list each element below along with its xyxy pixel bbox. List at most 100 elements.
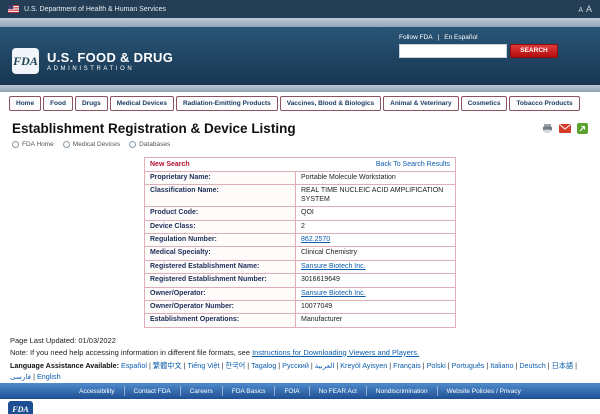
footer-link[interactable]: Careers <box>181 388 222 395</box>
language-link[interactable]: Kreyòl Ayisyen <box>340 361 387 370</box>
language-link[interactable]: 日本語 <box>552 361 574 370</box>
language-assistance: Language Assistance Available: Español 繁體… <box>0 357 600 382</box>
detail-fields: Proprietary Name: Portable Molecule Work… <box>144 172 456 328</box>
follow-fda-link[interactable]: Follow FDA <box>399 34 433 41</box>
printer-icon[interactable] <box>542 123 553 134</box>
field-label: Classification Name: <box>145 185 296 206</box>
site-title: U.S. FOOD & DRUG <box>47 50 173 65</box>
language-link[interactable]: فارسی <box>10 372 31 381</box>
footer-link[interactable]: No FEAR Act <box>310 388 366 395</box>
back-to-results-link[interactable]: Back To Search Results <box>376 161 450 168</box>
field-label: Regulation Number: <box>145 234 296 246</box>
language-link[interactable]: English <box>37 372 61 381</box>
language-link[interactable]: Español <box>121 361 147 370</box>
breadcrumb-dot-icon <box>129 141 136 148</box>
language-link[interactable]: Italiano <box>490 361 513 370</box>
field-value: 2 <box>301 223 305 230</box>
text-larger-button[interactable]: A <box>586 4 592 14</box>
main-content: Establishment Registration & Device List… <box>0 114 600 382</box>
nav-tab[interactable]: Radiation-Emitting Products <box>176 96 278 111</box>
footer-link[interactable]: Contact FDA <box>125 388 180 395</box>
share-icon[interactable] <box>577 123 588 134</box>
language-link[interactable]: 繁體中文 <box>153 361 182 370</box>
en-espanol-link[interactable]: En Español <box>444 34 477 41</box>
viewers-players-link[interactable]: Instructions for Downloading Viewers and… <box>252 348 419 357</box>
field-value[interactable]: 862.2570 <box>301 236 330 243</box>
fda-device-listing-page: U.S. Department of Health & Human Servic… <box>0 0 600 414</box>
field-row: Classification Name: REAL TIME NUCLEIC A… <box>144 185 456 207</box>
field-row: Product Code: QOI <box>144 207 456 220</box>
site-title-block: U.S. FOOD & DRUG ADMINISTRATION <box>47 50 173 72</box>
field-row: Regulation Number: 862.2570 <box>144 234 456 247</box>
field-label: Product Code: <box>145 207 296 219</box>
hhs-department-link[interactable]: U.S. Department of Health & Human Servic… <box>24 6 166 13</box>
footer-links-bar: Accessibility Contact FDA Careers FDA Ba… <box>0 383 600 399</box>
search-button[interactable]: SEARCH <box>510 44 558 58</box>
device-detail-table: New Search Back To Search Results Propri… <box>144 157 456 328</box>
field-label: Registered Establishment Name: <box>145 261 296 273</box>
fda-logo[interactable]: FDA <box>12 48 39 74</box>
fda-masthead: FDA U.S. FOOD & DRUG ADMINISTRATION Foll… <box>0 27 600 85</box>
file-formats-note: Note: If you need help accessing informa… <box>0 345 600 357</box>
field-label: Proprietary Name: <box>145 172 296 184</box>
hhs-bar: U.S. Department of Health & Human Servic… <box>0 0 600 18</box>
language-link[interactable]: Français <box>393 361 421 370</box>
breadcrumb-dot-icon <box>12 141 19 148</box>
breadcrumb-link[interactable]: FDA Home <box>22 141 54 148</box>
nav-tab[interactable]: Food <box>43 96 73 111</box>
text-resize-control[interactable]: A A <box>578 4 592 14</box>
field-row: Owner/Operator: Sansure Biotech Inc. <box>144 288 456 301</box>
language-link[interactable]: Tiếng Việt <box>188 361 220 370</box>
language-link[interactable]: 한국어 <box>225 361 245 370</box>
footer-link[interactable]: FOIA <box>275 388 308 395</box>
breadcrumb-link[interactable]: Databases <box>139 141 170 148</box>
detail-table-header: New Search Back To Search Results <box>144 157 456 172</box>
footer-link[interactable]: Accessibility <box>70 388 123 395</box>
field-value: REAL TIME NUCLEIC ACID AMPLIFICATION SYS… <box>301 187 443 202</box>
us-flag-icon <box>8 0 19 18</box>
nav-tab[interactable]: Tobacco Products <box>509 96 579 111</box>
site-search: SEARCH <box>399 44 558 58</box>
footer-link[interactable]: FDA Basics <box>223 388 275 395</box>
field-label: Medical Specialty: <box>145 247 296 259</box>
nav-tab[interactable]: Medical Devices <box>110 96 174 111</box>
follow-row: Follow FDA | En Español <box>399 34 558 41</box>
field-value: Manufacturer <box>301 316 342 323</box>
nav-tab[interactable]: Cosmetics <box>461 96 508 111</box>
field-row: Registered Establishment Number: 3016619… <box>144 274 456 287</box>
footer-link[interactable]: Website Policies / Privacy <box>438 388 530 395</box>
field-label: Establishment Operations: <box>145 314 296 326</box>
language-link[interactable]: Português <box>452 361 485 370</box>
footer-fda-logo[interactable]: FDA <box>8 401 33 414</box>
nav-tab[interactable]: Drugs <box>75 96 108 111</box>
search-input[interactable] <box>399 44 507 58</box>
language-link[interactable]: العربية <box>315 361 335 370</box>
nav-tab[interactable]: Home <box>9 96 41 111</box>
field-value: 3016619649 <box>301 276 340 283</box>
footer-link[interactable]: Nondiscrimination <box>367 388 437 395</box>
field-row: Owner/Operator Number: 10077049 <box>144 301 456 314</box>
new-search-link[interactable]: New Search <box>150 161 190 168</box>
field-value[interactable]: Sansure Biotech Inc. <box>301 263 366 270</box>
breadcrumb-item: FDA Home <box>12 141 54 148</box>
field-value[interactable]: Sansure Biotech Inc. <box>301 290 366 297</box>
language-link[interactable]: Tagalog <box>251 361 276 370</box>
language-link[interactable]: Русский <box>282 361 309 370</box>
field-row: Medical Specialty: Clinical Chemistry <box>144 247 456 260</box>
page-title: Establishment Registration & Device List… <box>12 121 296 136</box>
breadcrumb-dot-icon <box>63 141 70 148</box>
envelope-icon[interactable] <box>559 124 571 133</box>
main-nav: HomeFoodDrugsMedical DevicesRadiation-Em… <box>0 92 600 114</box>
field-label: Device Class: <box>145 221 296 233</box>
nav-tab[interactable]: Animal & Veterinary <box>383 96 458 111</box>
language-assistance-label: Language Assistance Available: <box>10 361 119 370</box>
field-value: Clinical Chemistry <box>301 249 357 256</box>
language-link[interactable]: Deutsch <box>519 361 545 370</box>
language-link[interactable]: Polski <box>427 361 446 370</box>
text-smaller-button[interactable]: A <box>578 7 583 14</box>
field-label: Owner/Operator Number: <box>145 301 296 313</box>
field-row: Registered Establishment Name: Sansure B… <box>144 261 456 274</box>
breadcrumb-link[interactable]: Medical Devices <box>73 141 120 148</box>
header-top-band <box>0 18 600 27</box>
nav-tab[interactable]: Vaccines, Blood & Biologics <box>280 96 381 111</box>
